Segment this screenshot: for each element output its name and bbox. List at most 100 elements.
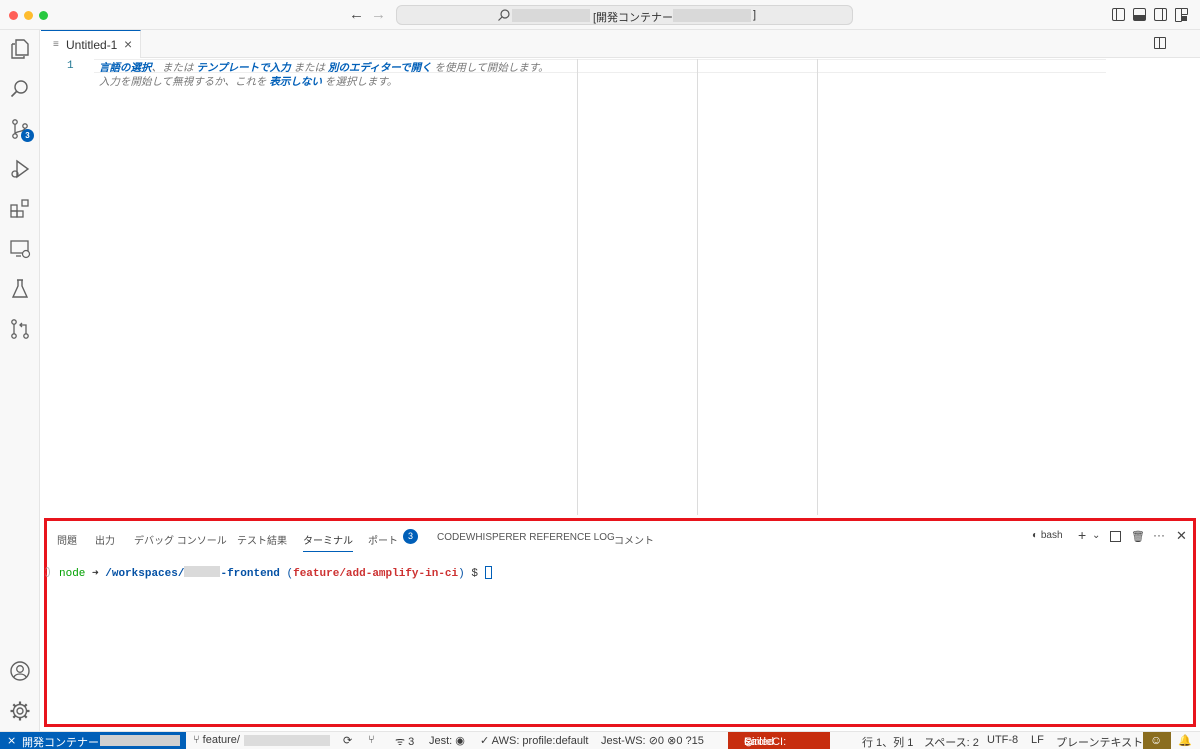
title-bar: ← → [開発コンテナー: ] xyxy=(0,0,1200,30)
toggle-primary-sidebar-icon[interactable] xyxy=(1112,8,1125,21)
terminal-path-prefix: /workspaces/ xyxy=(105,568,185,580)
terminal-branch: feature/add-amplify-in-ci xyxy=(293,568,459,580)
toggle-panel-icon[interactable] xyxy=(1133,8,1146,21)
terminal-arrow: ➜ xyxy=(92,568,99,580)
circleci-state: Failed xyxy=(744,736,774,748)
toggle-secondary-sidebar-icon[interactable] xyxy=(1154,8,1167,21)
editor-tab-bar: ≡ Untitled-1 × ··· xyxy=(41,30,1200,58)
panel-tab-bar: 問題 出力 デバッグ コンソール テスト結果 ターミナル ポート 3 CODEW… xyxy=(47,521,1193,553)
terminal-command-decoration xyxy=(45,567,50,577)
pull-requests-icon[interactable] xyxy=(8,317,32,341)
terminal-path-suffix: -frontend xyxy=(220,568,280,580)
eye-icon: ◉ xyxy=(455,735,465,747)
command-center-search[interactable]: [開発コンテナー: ] xyxy=(396,5,853,25)
editor-ruler xyxy=(817,59,818,515)
branch-indicator[interactable]: ⑂ feature/ xyxy=(193,734,240,746)
explorer-icon[interactable] xyxy=(8,37,32,61)
unknown-count: 15 xyxy=(691,735,704,747)
jest-ws-status[interactable]: Jest-WS: ⊘0 ⊗0 ?15 xyxy=(601,734,704,747)
forward-arrow-icon[interactable]: → xyxy=(371,6,386,24)
copilot-status[interactable]: ☺ xyxy=(1143,732,1171,749)
copilot-icon: ☺ xyxy=(1150,733,1163,747)
end-of-line[interactable]: LF xyxy=(1031,734,1044,746)
trash-icon[interactable]: 🗑 xyxy=(1131,530,1145,543)
fail-icon: ⊗ xyxy=(667,735,677,747)
remote-explorer-icon[interactable] xyxy=(8,237,32,261)
hint-link[interactable]: 別のエディターで開く xyxy=(328,62,432,74)
run-debug-icon[interactable] xyxy=(8,157,32,181)
chevron-down-icon[interactable]: ⌄ xyxy=(1092,530,1100,541)
terminal-shell-selector[interactable]: ◐ bash xyxy=(1032,530,1063,541)
terminal-cursor xyxy=(484,566,492,579)
hint-text: を使用して開始します。 xyxy=(431,62,549,74)
bottom-panel: 問題 出力 デバッグ コンソール テスト結果 ターミナル ポート 3 CODEW… xyxy=(44,518,1196,727)
customize-layout-icon[interactable] xyxy=(1175,8,1188,22)
tab-problems[interactable]: 問題 xyxy=(57,532,77,547)
terminal-node: node xyxy=(59,568,86,580)
jest-ws-label: Jest-WS: xyxy=(601,735,646,747)
search-icon xyxy=(498,9,510,21)
cursor-position[interactable]: 行 1、列 1 xyxy=(862,734,913,749)
publish-icon[interactable]: ⑂ xyxy=(368,734,375,746)
activity-bar: 3 xyxy=(0,30,40,731)
hint-text: を選択します。 xyxy=(321,76,398,88)
terminal-prompt-line[interactable]: node ➜ /workspaces/-frontend (feature/ad… xyxy=(59,566,492,580)
tab-untitled-1[interactable]: ≡ Untitled-1 × xyxy=(41,30,141,58)
editor-area[interactable]: 1 言語の選択、または テンプレートで入力 または 別のエディターで開く を使用… xyxy=(41,59,1200,515)
jest-status[interactable]: Jest: ◉ xyxy=(429,734,465,747)
language-mode[interactable]: プレーンテキスト xyxy=(1056,734,1143,749)
accounts-icon[interactable] xyxy=(8,659,32,683)
close-window-button[interactable] xyxy=(9,11,18,20)
tab-debug-console[interactable]: デバッグ コンソール xyxy=(134,532,227,547)
tab-terminal[interactable]: ターミナル xyxy=(303,532,353,552)
tab-comments[interactable]: コメント xyxy=(614,532,654,547)
minimize-window-button[interactable] xyxy=(24,11,33,20)
hint-link[interactable]: 表示しない xyxy=(269,76,322,88)
maximize-window-button[interactable] xyxy=(39,11,48,20)
jest-label: Jest: xyxy=(429,735,453,747)
search-icon[interactable] xyxy=(8,77,32,101)
ports-count: 3 xyxy=(408,736,415,748)
branch-close-paren: ) xyxy=(458,568,465,580)
check-icon: ✓ xyxy=(480,735,490,747)
line-number: 1 xyxy=(67,60,74,72)
shell-icon: ◐ xyxy=(1032,530,1039,541)
terminal-prompt-symbol: $ xyxy=(471,568,478,580)
empty-editor-hint-line2: 入力を開始して無視するか、これを 表示しない を選択します。 xyxy=(99,74,397,89)
fail-count: 0 xyxy=(676,735,683,747)
testing-flask-icon[interactable] xyxy=(8,277,32,301)
redacted-text xyxy=(673,9,751,22)
circleci-status[interactable]: CircleCI: ⊗ Failed xyxy=(728,732,830,749)
new-terminal-icon[interactable]: + xyxy=(1078,527,1086,543)
close-icon[interactable]: × xyxy=(124,36,132,52)
settings-gear-icon[interactable] xyxy=(8,699,32,723)
hint-text: 入力を開始して無視するか、これを xyxy=(99,76,270,88)
sync-icon[interactable]: ⟳ xyxy=(343,734,352,747)
remote-indicator[interactable]: ⨯ 開発コンテナー: xyxy=(0,732,186,749)
hint-text: または xyxy=(290,62,328,74)
hint-link[interactable]: 言語の選択 xyxy=(99,62,152,74)
ports-badge: 3 xyxy=(403,529,418,544)
tab-label: Untitled-1 xyxy=(66,38,118,52)
encoding[interactable]: UTF-8 xyxy=(987,734,1018,746)
tab-ports[interactable]: ポート xyxy=(368,532,398,547)
more-actions-icon[interactable]: ··· xyxy=(1153,528,1165,542)
close-panel-icon[interactable]: ✕ xyxy=(1176,528,1187,544)
git-branch-icon: ⑂ xyxy=(193,734,200,746)
tab-test-results[interactable]: テスト結果 xyxy=(237,532,287,547)
tab-codewhisperer-log[interactable]: CODEWHISPERER REFERENCE LOG xyxy=(437,532,615,543)
hint-link[interactable]: テンプレートで入力 xyxy=(196,62,290,74)
split-terminal-icon[interactable] xyxy=(1110,531,1121,542)
back-arrow-icon[interactable]: ← xyxy=(349,6,364,24)
notifications-bell-icon[interactable]: 🔔 xyxy=(1178,734,1192,747)
window-title: [開発コンテナー: xyxy=(593,12,677,24)
status-bar: ⨯ 開発コンテナー: ⑂ feature/ ⟳ ⑂ ᯤ 3 Jest: ◉ ✓ … xyxy=(0,731,1200,749)
forwarded-ports[interactable]: ᯤ 3 xyxy=(395,734,414,749)
redacted-text xyxy=(244,735,330,746)
split-editor-icon[interactable] xyxy=(1154,37,1166,49)
empty-editor-hint-line1: 言語の選択、または テンプレートで入力 または 別のエディターで開く を使用して… xyxy=(99,60,549,75)
tab-output[interactable]: 出力 xyxy=(95,532,115,547)
aws-profile[interactable]: ✓ AWS: profile:default xyxy=(480,734,588,747)
indentation[interactable]: スペース: 2 xyxy=(924,734,979,749)
extensions-icon[interactable] xyxy=(8,197,32,221)
